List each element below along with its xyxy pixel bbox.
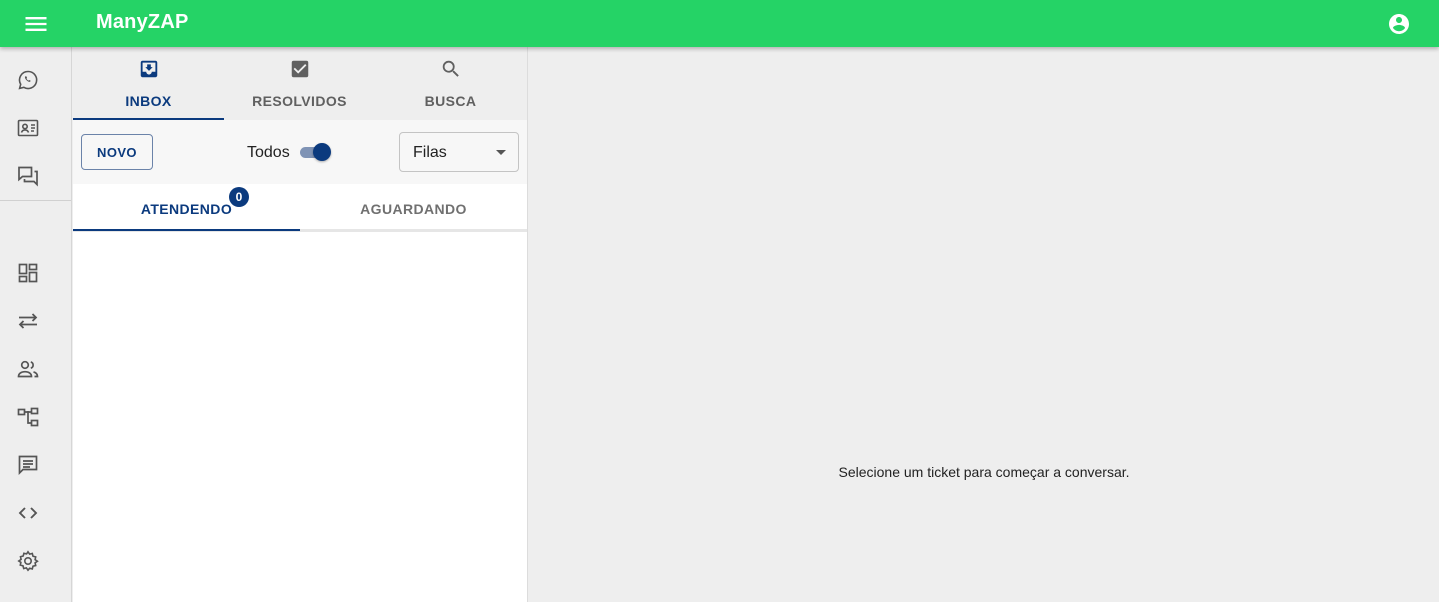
settings-icon[interactable] xyxy=(16,549,40,573)
show-all-label: Todos xyxy=(247,144,290,161)
queue-select[interactable]: Filas xyxy=(399,132,519,172)
inbox-icon xyxy=(138,58,160,80)
tab-attending[interactable]: ATENDENDO 0 xyxy=(73,184,300,230)
chat-message-icon[interactable] xyxy=(16,453,40,477)
ticket-actions-bar: NOVO Todos Filas xyxy=(73,120,527,184)
tab-waiting[interactable]: AGUARDANDO xyxy=(300,184,527,230)
swap-horiz-icon[interactable] xyxy=(16,309,40,333)
tickets-panel: INBOX RESOLVIDOS BUSCA NOVO Todos Filas xyxy=(73,47,528,602)
show-all-toggle[interactable] xyxy=(298,142,332,162)
contact-card-icon[interactable] xyxy=(16,116,40,140)
dashboard-icon[interactable] xyxy=(16,261,40,285)
status-tab-indicator xyxy=(73,229,300,231)
empty-conversation-message: Selecione um ticket para começar a conve… xyxy=(838,464,1130,480)
tab-inbox[interactable]: INBOX xyxy=(73,47,224,120)
tab-waiting-label: AGUARDANDO xyxy=(360,201,467,217)
new-ticket-button[interactable]: NOVO xyxy=(81,134,153,170)
tab-inbox-label: INBOX xyxy=(125,93,172,109)
tab-search[interactable]: BUSCA xyxy=(375,47,526,120)
attending-count-badge: 0 xyxy=(229,187,249,207)
side-drawer xyxy=(0,47,72,602)
queue-select-value: Filas xyxy=(413,144,447,161)
tab-attending-label: ATENDENDO xyxy=(140,201,233,217)
chevron-down-icon xyxy=(496,150,506,155)
code-icon[interactable] xyxy=(16,501,40,525)
checkbox-icon xyxy=(289,58,311,80)
tab-resolved-label: RESOLVIDOS xyxy=(252,93,347,109)
tab-resolved[interactable]: RESOLVIDOS xyxy=(224,47,375,120)
people-icon[interactable] xyxy=(16,357,40,381)
search-icon xyxy=(440,58,462,80)
ticket-tabs: INBOX RESOLVIDOS BUSCA xyxy=(73,47,527,120)
account-tree-icon[interactable] xyxy=(16,405,40,429)
status-tabs: ATENDENDO 0 AGUARDANDO xyxy=(73,184,527,232)
conversation-area: Selecione um ticket para começar a conve… xyxy=(529,47,1439,602)
app-bar: ManyZAP xyxy=(0,0,1439,47)
tab-search-label: BUSCA xyxy=(424,93,477,109)
ticket-list xyxy=(73,235,527,602)
menu-icon[interactable] xyxy=(22,10,50,38)
account-circle-icon[interactable] xyxy=(1387,12,1411,36)
whatsapp-icon[interactable] xyxy=(16,68,40,92)
app-title: ManyZAP xyxy=(96,11,189,33)
forum-icon[interactable] xyxy=(16,164,40,188)
drawer-divider xyxy=(0,200,71,201)
toggle-thumb xyxy=(313,143,331,161)
